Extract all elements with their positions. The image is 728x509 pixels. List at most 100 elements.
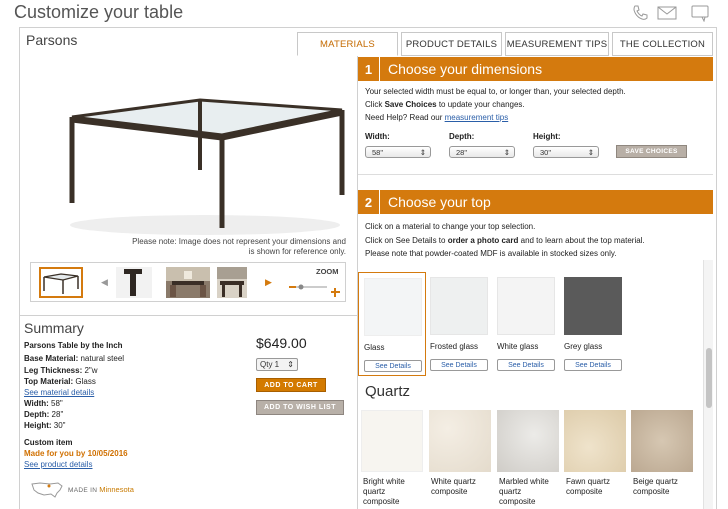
tab-the-collection[interactable]: THE COLLECTION — [612, 32, 713, 56]
mdf-note: Please note that powder-coated MDF is av… — [365, 249, 617, 258]
usa-map-icon — [31, 482, 63, 498]
summary-subtitle: Parsons Table by the Inch — [24, 341, 123, 350]
dimensions-instruction: Your selected width must be equal to, or… — [365, 87, 626, 96]
swatch-image[interactable] — [430, 277, 488, 335]
swatch-image[interactable] — [564, 410, 626, 472]
product-image[interactable] — [60, 75, 345, 240]
page-title: Customize your table — [14, 2, 184, 22]
swatch-fawn-quartz[interactable]: Fawn quartz composite — [564, 410, 626, 509]
zoom-label: ZOOM — [316, 267, 339, 276]
swatch-name: Bright white quartz composite — [363, 477, 405, 506]
see-details-button[interactable]: See Details — [564, 359, 622, 371]
tab-bar: MATERIALS PRODUCT DETAILS MEASUREMENT TI… — [297, 32, 716, 56]
summary-title: Summary — [24, 320, 84, 336]
save-instruction: Click Save Choices to update your change… — [365, 100, 525, 109]
summary-top-material: Top Material: Glass — [24, 377, 96, 386]
measurement-tips-link[interactable]: measurement tips — [445, 113, 509, 122]
top-header: 2 Choose your top — [358, 190, 713, 214]
thumbs-prev-icon[interactable]: ◀ — [101, 277, 108, 288]
swatch-grey-glass[interactable]: Grey glass See Details — [559, 272, 627, 376]
thumbnail[interactable] — [39, 267, 83, 298]
swatch-bright-white-quartz[interactable]: Bright white quartz composite — [361, 410, 423, 509]
depth-label: Depth: — [449, 132, 475, 141]
swatch-frosted-glass[interactable]: Frosted glass See Details — [425, 272, 493, 376]
swatch-image[interactable] — [429, 410, 491, 472]
made-in-badge: MADE IN Minnesota — [30, 480, 134, 500]
step-number: 2 — [358, 190, 380, 214]
swatch-name: Grey glass — [564, 342, 603, 351]
phone-icon[interactable] — [630, 4, 650, 22]
see-details-button[interactable]: See Details — [497, 359, 555, 371]
quantity-select[interactable]: Qty 1 ⇕ — [256, 358, 298, 371]
section-separator — [358, 174, 713, 175]
swatch-name: White glass — [497, 342, 539, 351]
swatch-name: Glass — [364, 343, 385, 352]
swatch-name: Beige quartz composite — [633, 477, 678, 496]
swatch-name: Marbled white quartz composite — [499, 477, 549, 506]
tab-product-details[interactable]: PRODUCT DETAILS — [401, 32, 502, 56]
swatch-white-quartz[interactable]: White quartz composite — [429, 410, 491, 509]
thumbnail-strip: ◀ ▶ ZOOM — [30, 262, 346, 302]
thumbnail[interactable] — [166, 267, 210, 298]
summary-leg-thickness: Leg Thickness: 2"w — [24, 366, 98, 375]
see-material-details-link[interactable]: See material details — [24, 388, 94, 397]
swatch-image[interactable] — [364, 278, 422, 336]
made-for-you-date: Made for you by 10/05/2016 — [24, 449, 128, 458]
swatch-image[interactable] — [497, 410, 559, 472]
swatch-image[interactable] — [497, 277, 555, 335]
help-text: Need Help? Read our measurement tips — [365, 113, 509, 122]
top-bar: Customize your table — [0, 0, 728, 27]
zoom-slider[interactable] — [287, 277, 343, 299]
swatch-image[interactable] — [631, 410, 693, 472]
select-arrows-icon: ⇕ — [587, 147, 594, 157]
see-details-button[interactable]: See Details — [364, 360, 422, 372]
tab-materials[interactable]: MATERIALS — [297, 32, 398, 56]
height-select[interactable]: 30" ⇕ — [533, 146, 599, 158]
add-to-cart-button[interactable]: ADD TO CART — [256, 378, 326, 392]
height-label: Height: — [533, 132, 561, 141]
see-product-details-link[interactable]: See product details — [24, 460, 93, 469]
chat-icon[interactable] — [690, 4, 710, 22]
swatch-marbled-white-quartz[interactable]: Marbled white quartz composite — [497, 410, 559, 509]
top-instruction: Click on a material to change your top s… — [365, 222, 536, 231]
section-title: Choose your top — [388, 194, 491, 210]
add-to-wishlist-button[interactable]: ADD TO WISH LIST — [256, 400, 344, 415]
swatch-name: Frosted glass — [430, 342, 479, 351]
select-arrows-icon: ⇕ — [419, 147, 426, 157]
image-note: Please note: Image does not represent yo… — [132, 237, 346, 256]
scrollbar-thumb[interactable] — [706, 348, 712, 408]
swatch-beige-quartz[interactable]: Beige quartz composite — [631, 410, 693, 509]
select-arrows-icon: ⇕ — [287, 360, 294, 369]
swatch-name: Fawn quartz composite — [566, 477, 611, 496]
summary-depth: Depth: 28" — [24, 410, 64, 419]
custom-item-label: Custom item — [24, 438, 73, 447]
summary-width: Width: 58" — [24, 399, 63, 408]
thumbnail[interactable] — [217, 267, 247, 298]
thumbnail[interactable] — [116, 267, 152, 298]
swatch-glass[interactable]: Glass See Details — [358, 272, 426, 376]
swatch-white-glass[interactable]: White glass See Details — [492, 272, 560, 376]
select-arrows-icon: ⇕ — [503, 147, 510, 157]
width-select[interactable]: 58" ⇕ — [365, 146, 431, 158]
thumbs-next-icon[interactable]: ▶ — [265, 277, 272, 288]
see-details-button[interactable]: See Details — [430, 359, 488, 371]
swatch-image[interactable] — [361, 410, 423, 472]
see-details-instruction: Click on See Details to order a photo ca… — [365, 236, 645, 245]
depth-select[interactable]: 28" ⇕ — [449, 146, 515, 158]
mail-icon[interactable] — [657, 4, 677, 22]
quartz-heading: Quartz — [365, 383, 411, 400]
section-title: Choose your dimensions — [388, 61, 543, 77]
swatch-image[interactable] — [564, 277, 622, 335]
summary-height: Height: 30" — [24, 421, 66, 430]
tab-measurement-tips[interactable]: MEASUREMENT TIPS — [505, 32, 609, 56]
materials-scrollbar[interactable] — [703, 260, 713, 509]
dimensions-header: 1 Choose your dimensions — [358, 57, 713, 81]
swatch-name: White quartz composite — [431, 477, 476, 496]
made-in-text: MADE IN Minnesota — [68, 485, 134, 494]
price: $649.00 — [256, 335, 307, 351]
summary-base-material: Base Material: natural steel — [24, 354, 125, 363]
width-label: Width: — [365, 132, 390, 141]
summary-divider — [20, 315, 357, 316]
save-choices-button[interactable]: SAVE CHOICES — [616, 145, 687, 158]
step-number: 1 — [358, 57, 380, 81]
